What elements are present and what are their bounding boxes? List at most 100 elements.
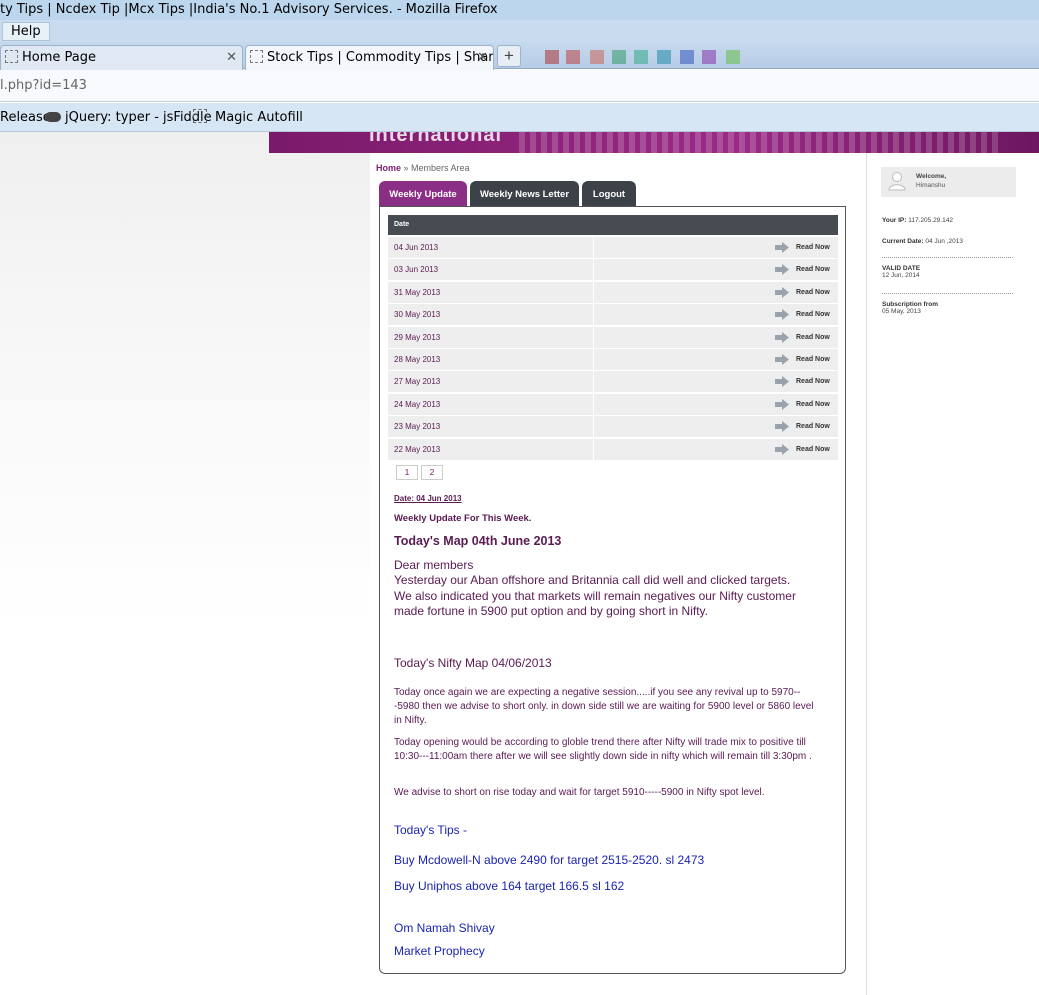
row-date: 27 May 2013 <box>394 377 441 387</box>
valid-date-value: 12 Jun, 2014 <box>882 272 920 279</box>
body-line: Dear members <box>394 558 474 572</box>
header-banner: International <box>269 132 1039 153</box>
decor <box>702 50 716 64</box>
column-divider <box>593 304 594 326</box>
menu-bar: Help <box>0 20 1039 42</box>
arrow-right-icon[interactable] <box>775 286 789 298</box>
avatar-icon <box>888 172 906 191</box>
tab-logout[interactable]: Logout <box>582 181 636 207</box>
current-date-value: 04 Jun ,2013 <box>925 238 963 245</box>
subscription-date: 05 May, 2013 <box>882 308 921 315</box>
breadcrumb: Home » Members Area <box>376 163 470 173</box>
nifty-title: Today's Nifty Map 04/06/2013 <box>394 656 552 670</box>
valid-date-info: VALID DATE 12 Jun, 2014 <box>882 265 920 279</box>
subscription-label: Subscription from <box>882 301 938 308</box>
table-row: 31 May 2013 Read Now <box>388 281 838 303</box>
read-now-link[interactable]: Read Now <box>796 304 830 325</box>
arrow-right-icon[interactable] <box>775 421 789 433</box>
body-line: We also indicated you that markets will … <box>394 588 796 618</box>
breadcrumb-home-link[interactable]: Home <box>376 163 401 173</box>
current-date-info: Current Date: 04 Jun ,2013 <box>882 238 963 245</box>
browser-tab-home[interactable]: Home Page ✕ <box>0 45 243 70</box>
tab-weekly-news-letter[interactable]: Weekly News Letter <box>470 181 579 207</box>
table-row: 23 May 2013 Read Now <box>388 416 838 438</box>
arrow-right-icon[interactable] <box>775 242 789 253</box>
row-date: 03 Jun 2013 <box>394 265 439 275</box>
update-date: Date: 04 Jun 2013 <box>394 494 462 503</box>
tip-item: Buy Uniphos above 164 target 166.5 sl 16… <box>394 879 625 893</box>
page-link-1[interactable]: 1 <box>396 465 418 480</box>
read-now-link[interactable]: Read Now <box>796 237 830 258</box>
sidebar-divider <box>866 153 867 995</box>
decor <box>545 50 559 64</box>
column-divider <box>593 438 594 460</box>
bookmarks-bar: Releases jQuery: typer - jsFiddle Magic … <box>0 103 1039 132</box>
read-now-link[interactable]: Read Now <box>796 259 830 280</box>
url-bar[interactable]: l.php?id=143 <box>0 70 1039 102</box>
bookmark-jsfiddle[interactable]: jQuery: typer - jsFiddle <box>45 103 212 132</box>
background <box>0 132 370 632</box>
read-now-link[interactable]: Read Now <box>796 349 830 370</box>
table-row: 27 May 2013 Read Now <box>388 371 838 393</box>
close-icon[interactable]: ✕ <box>477 46 488 69</box>
breadcrumb-separator: » <box>401 163 412 173</box>
read-now-link[interactable]: Read Now <box>796 439 830 460</box>
read-now-link[interactable]: Read Now <box>796 327 830 348</box>
table-row: 04 Jun 2013 Read Now <box>388 237 838 258</box>
ip-label: Your IP: <box>882 217 907 224</box>
banner-text: International <box>369 132 503 146</box>
row-date: 24 May 2013 <box>394 399 441 409</box>
read-now-link[interactable]: Read Now <box>796 394 830 415</box>
column-divider <box>593 416 594 438</box>
browser-tab-label: Stock Tips | Commodity Tips | Share ... <box>267 50 494 65</box>
read-now-link[interactable]: Read Now <box>796 371 830 392</box>
paragraph: We advise to short on rise today and wai… <box>394 787 765 798</box>
arrow-right-icon[interactable] <box>775 331 789 343</box>
arrow-right-icon[interactable] <box>775 309 789 321</box>
decor <box>634 50 648 64</box>
window-title: ty Tips | Ncdex Tip |Mcx Tips |India's N… <box>0 0 1039 20</box>
url-text: l.php?id=143 <box>0 78 87 93</box>
table-row: 30 May 2013 Read Now <box>388 304 838 326</box>
page-icon <box>250 50 263 63</box>
tip-item: Buy Mcdowell-N above 2490 for target 251… <box>394 853 705 867</box>
page: International Home » Members Area Weekly… <box>0 132 1039 995</box>
tips-title: Today's Tips - <box>394 823 467 837</box>
arrow-right-icon[interactable] <box>775 354 789 365</box>
column-divider <box>593 393 594 415</box>
browser-tab-stock[interactable]: Stock Tips | Commodity Tips | Share ... … <box>245 45 494 70</box>
ip-info: Your IP: 117.205.29.142 <box>882 217 953 224</box>
signoff-line: Om Namah Shivay <box>394 921 495 935</box>
page-link-2[interactable]: 2 <box>421 465 443 480</box>
read-now-link[interactable]: Read Now <box>796 416 830 437</box>
update-heading: Weekly Update For This Week. <box>394 513 532 524</box>
read-now-link[interactable]: Read Now <box>796 282 830 303</box>
bookmark-label: Magic Autofill <box>215 110 303 125</box>
table-row: 22 May 2013 Read Now <box>388 438 838 460</box>
column-divider <box>593 349 594 370</box>
row-date: 28 May 2013 <box>394 355 441 364</box>
arrow-right-icon[interactable] <box>775 264 789 276</box>
arrow-right-icon[interactable] <box>775 398 789 410</box>
subscription-info: Subscription from 05 May, 2013 <box>882 301 938 315</box>
banner-pattern <box>519 132 999 153</box>
arrow-right-icon[interactable] <box>775 376 789 388</box>
table-row: 24 May 2013 Read Now <box>388 393 838 415</box>
close-icon[interactable]: ✕ <box>226 46 237 69</box>
breadcrumb-current: Members Area <box>411 163 470 173</box>
browser-tabstrip: Home Page ✕ Stock Tips | Commodity Tips … <box>0 42 1039 70</box>
new-tab-button[interactable]: + <box>497 45 521 67</box>
divider <box>882 293 1013 294</box>
user-name: Himanshu <box>916 182 946 189</box>
menu-help[interactable]: Help <box>2 22 50 41</box>
welcome-label: Welcome, <box>916 173 947 180</box>
map-title: Today's Map 04th June 2013 <box>394 534 562 548</box>
decor <box>726 50 740 64</box>
arrow-right-icon[interactable] <box>775 443 789 455</box>
table-row: 03 Jun 2013 Read Now <box>388 259 838 281</box>
tab-weekly-update[interactable]: Weekly Update <box>379 181 467 207</box>
welcome-box: Welcome, Himanshu <box>881 167 1016 197</box>
paragraph: Today opening would be according to glob… <box>394 737 812 762</box>
row-date: 31 May 2013 <box>394 287 441 297</box>
bookmark-magic-autofill[interactable]: Magic Autofill <box>193 103 303 132</box>
